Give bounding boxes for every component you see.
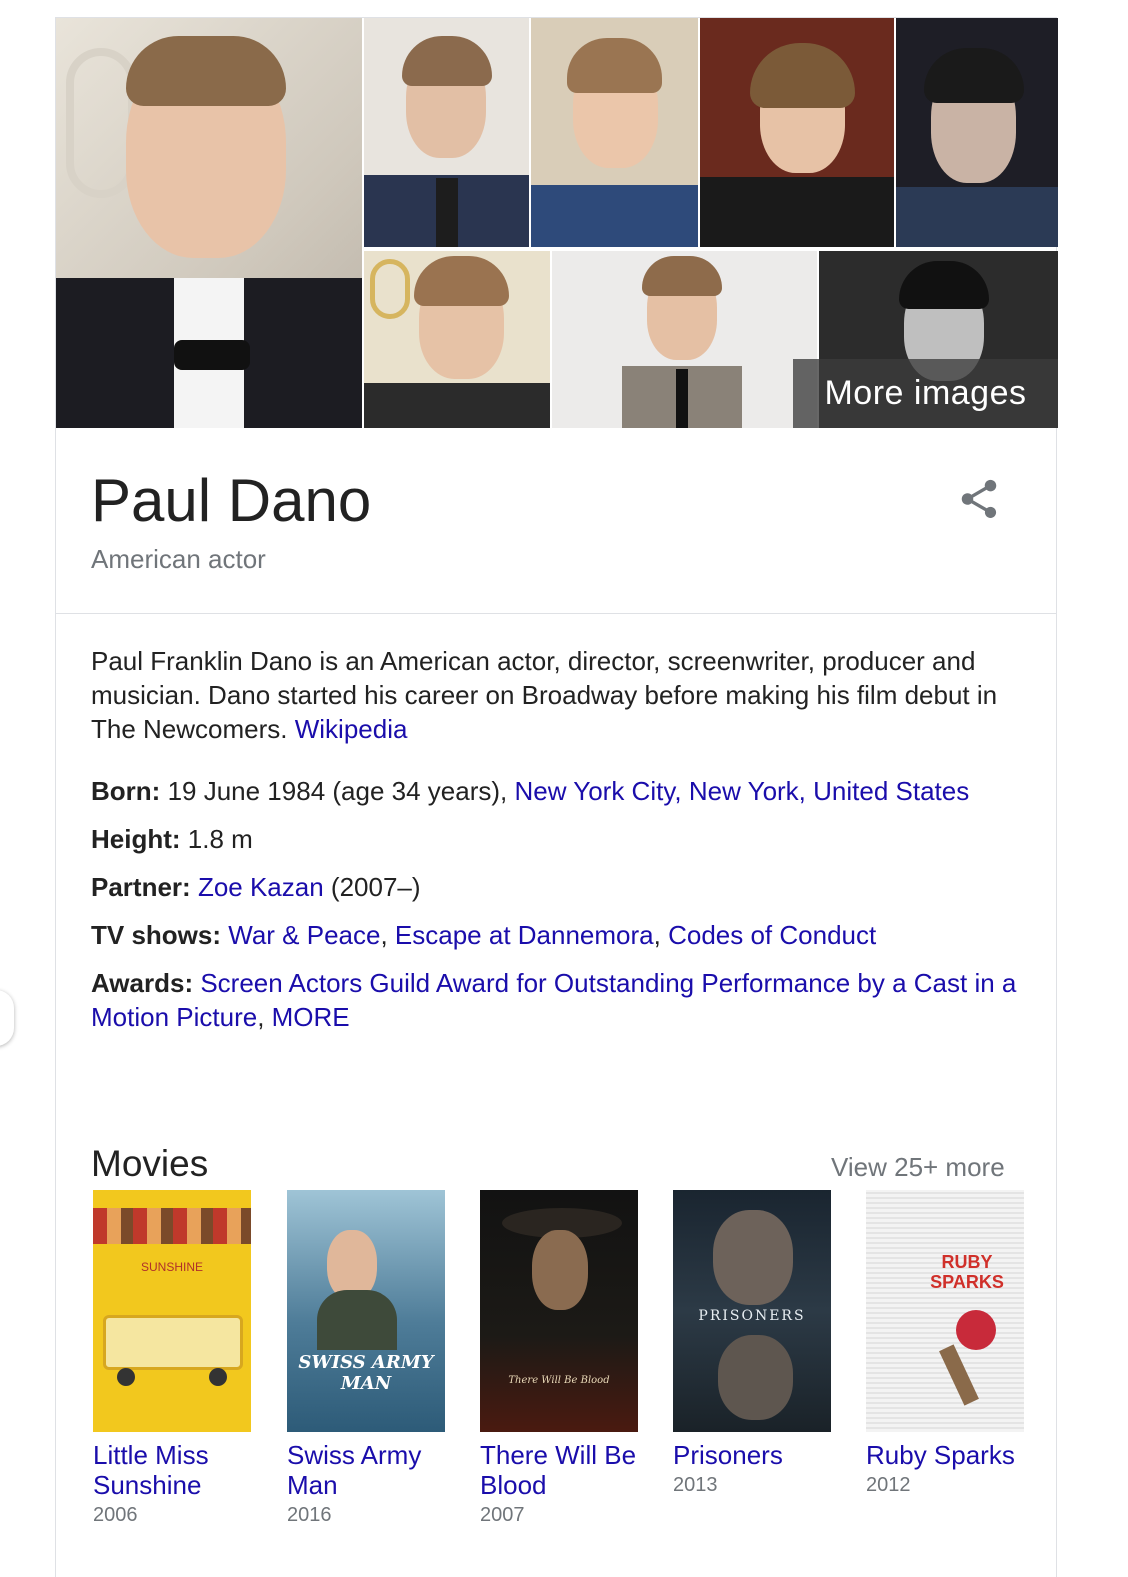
movie-poster[interactable]: PRISONERS [673, 1190, 831, 1432]
movie-poster[interactable]: SUNSHINE [93, 1190, 251, 1432]
fact-born: Born: 19 June 1984 (age 34 years), New Y… [91, 774, 1026, 808]
fact-label: Awards: [91, 968, 194, 998]
fact-label: Height: [91, 824, 181, 854]
photo-5[interactable] [896, 18, 1058, 247]
movie-year: 2013 [673, 1474, 718, 1496]
poster-text: PRISONERS [698, 1308, 806, 1324]
share-icon[interactable] [956, 476, 1002, 522]
wikipedia-link[interactable]: Wikipedia [295, 714, 408, 744]
awards-more-link[interactable]: MORE [272, 1002, 350, 1032]
photo-7[interactable] [552, 251, 817, 428]
movie-title[interactable]: Ruby Sparks [866, 1440, 1036, 1470]
movie-title[interactable]: There Will Be Blood [480, 1440, 650, 1500]
entity-subtitle: American actor [91, 544, 266, 574]
movies-heading: Movies [91, 1143, 209, 1184]
movie-poster[interactable]: RUBY SPARKS [866, 1190, 1024, 1432]
entity-description: Paul Franklin Dano is an American actor,… [91, 644, 1026, 746]
entity-title: Paul Dano [91, 467, 372, 534]
birthplace-link[interactable]: New York City, New York, United States [514, 776, 969, 806]
award-link[interactable]: Screen Actors Guild Award for Outstandin… [91, 968, 1016, 1032]
tv-show-link[interactable]: War & Peace [228, 920, 380, 950]
fact-tv-shows: TV shows: War & Peace, Escape at Dannemo… [91, 920, 877, 950]
movie-card[interactable]: SWISS ARMY MAN Swiss Army Man 2016 [287, 1190, 457, 1527]
movie-title[interactable]: Swiss Army Man [287, 1440, 457, 1500]
view-more-movies-link[interactable]: View 25+ more [831, 1152, 1005, 1183]
fact-label: Born: [91, 776, 161, 806]
movie-year: 2006 [93, 1504, 138, 1526]
fact-label: Partner: [91, 872, 191, 902]
photo-6[interactable] [364, 251, 550, 428]
movie-year: 2012 [866, 1474, 911, 1496]
poster-text: RUBY SPARKS [930, 1252, 1004, 1292]
movie-poster[interactable]: SWISS ARMY MAN [287, 1190, 445, 1432]
main-photo[interactable] [56, 18, 362, 428]
poster-text: There Will Be Blood [508, 1375, 610, 1386]
photo-3[interactable] [531, 18, 698, 247]
movie-title[interactable]: Prisoners [673, 1440, 843, 1470]
photo-4[interactable] [700, 18, 894, 247]
poster-text: SWISS ARMY MAN [298, 1352, 434, 1394]
tv-show-link[interactable]: Codes of Conduct [668, 920, 876, 950]
movie-card[interactable]: There Will Be Blood There Will Be Blood … [480, 1190, 650, 1527]
side-expand-tab[interactable] [0, 990, 14, 1046]
fact-value: 1.8 m [187, 824, 253, 854]
movie-card[interactable]: PRISONERS Prisoners 2013 [673, 1190, 843, 1497]
tv-show-link[interactable]: Escape at Dannemora [395, 920, 654, 950]
movie-title[interactable]: Little Miss Sunshine [93, 1440, 263, 1500]
movie-year: 2016 [287, 1504, 332, 1526]
partner-link[interactable]: Zoe Kazan [198, 872, 324, 902]
fact-awards: Awards: Screen Actors Guild Award for Ou… [91, 968, 1017, 1032]
more-images-button[interactable]: More images [793, 359, 1058, 428]
movie-year: 2007 [480, 1504, 525, 1526]
knowledge-panel: More images Paul Dano American actor Pau… [55, 17, 1058, 1577]
facts-list: Born: 19 June 1984 (age 34 years), New Y… [91, 774, 1026, 1048]
fact-partner: Partner: Zoe Kazan (2007–) [91, 870, 1026, 904]
poster-text: SUNSHINE [140, 1260, 203, 1274]
fact-label: TV shows: [91, 920, 222, 950]
movie-card[interactable]: SUNSHINE Little Miss Sunshine 2006 [93, 1190, 263, 1527]
section-divider [56, 613, 1056, 614]
photo-2[interactable] [364, 18, 529, 247]
movie-poster[interactable]: There Will Be Blood [480, 1190, 638, 1432]
fact-height: Height: 1.8 m [91, 822, 1026, 856]
fact-value: 19 June 1984 (age 34 years), [167, 776, 508, 806]
movie-card[interactable]: RUBY SPARKS Ruby Sparks 2012 [866, 1190, 1036, 1497]
fact-value: (2007–) [330, 872, 421, 902]
description-text: Paul Franklin Dano is an American actor,… [91, 646, 998, 744]
